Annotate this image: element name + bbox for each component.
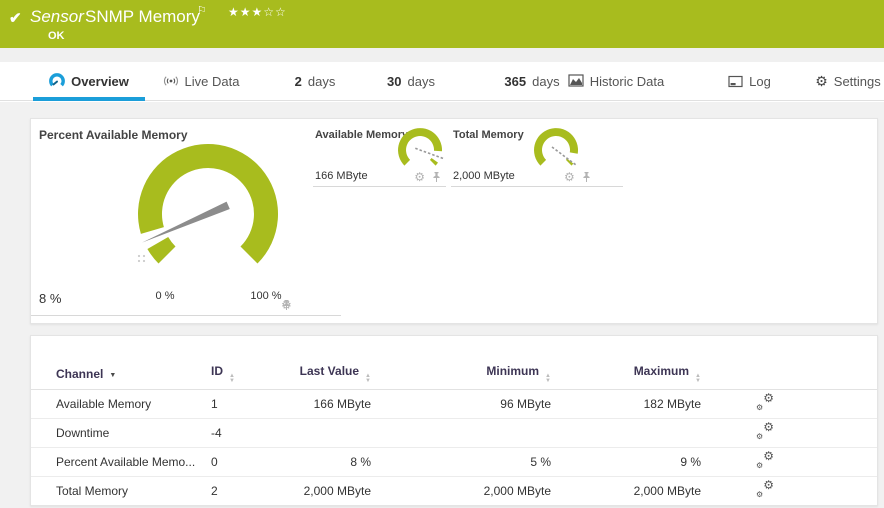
pin-icon[interactable]	[281, 299, 292, 311]
main-gauge-block: Percent Available Memory 0 % 100 % 8 % ⚙	[31, 119, 341, 316]
sort-desc-icon: ▼	[109, 372, 116, 379]
column-label: ID	[211, 364, 223, 378]
mini-gauge-value: 166 MByte	[315, 170, 368, 182]
cell-id: 2	[211, 476, 271, 505]
mini-gauge-title: Total Memory	[453, 129, 524, 141]
tab-bar: Overview Live Data 2 days 30 days 365 da…	[0, 62, 884, 102]
sort-icon: ▲▼	[695, 374, 701, 384]
pin-icon[interactable]	[431, 171, 442, 183]
mini-gauge-total-memory: Total Memory 2,000 MByte ⚙	[451, 125, 623, 187]
cell-maximum: 9 %	[551, 447, 701, 476]
cell-last-value: 2,000 MByte	[271, 476, 371, 505]
mini-gauge-value: 2,000 MByte	[453, 170, 515, 182]
priority-stars[interactable]: ★★★☆☆	[228, 5, 287, 19]
cell-maximum: 182 MByte	[551, 389, 701, 418]
tab-historic-data[interactable]: Historic Data	[556, 62, 676, 100]
page-title: SNMP Memory	[85, 7, 200, 27]
gear-icon: ⚙	[815, 73, 828, 90]
gauges-panel: Percent Available Memory 0 % 100 % 8 % ⚙…	[30, 118, 878, 324]
tab-day-count: 365	[504, 74, 526, 89]
object-kind-label: Sensor	[30, 7, 84, 27]
column-header-id[interactable]: ID ▲▼	[211, 360, 271, 389]
column-label: Maximum	[634, 364, 689, 378]
gauge-icon	[49, 73, 65, 89]
cell-last-value: 8 %	[271, 447, 371, 476]
cell-maximum	[551, 418, 701, 447]
mini-gauge-chart	[528, 125, 584, 177]
tab-30-days[interactable]: 30 days	[378, 62, 444, 100]
tab-2-days[interactable]: 2 days	[285, 62, 345, 100]
edit-channel-gears-icon[interactable]: ⚙⚙	[756, 452, 774, 468]
column-header-last-value[interactable]: Last Value ▲▼	[271, 360, 371, 389]
cell-last-value	[271, 418, 371, 447]
tab-live-data[interactable]: Live Data	[160, 62, 242, 100]
cell-minimum: 2,000 MByte	[371, 476, 551, 505]
cell-channel: Total Memory	[31, 476, 211, 505]
gear-icon[interactable]: ⚙	[414, 171, 425, 183]
edit-channel-gears-icon[interactable]: ⚙⚙	[756, 481, 774, 497]
gear-icon[interactable]: ⚙	[564, 171, 575, 183]
channels-table-panel: Channel ▼ ID ▲▼ Last Value ▲▼ Minimum ▲▼ Max…	[30, 335, 878, 506]
cell-maximum: 2,000 MByte	[551, 476, 701, 505]
gauge-toolbar: ⚙	[281, 299, 292, 311]
tab-label: Overview	[71, 74, 129, 89]
cell-channel: Available Memory	[31, 389, 211, 418]
cell-channel: Downtime	[31, 418, 211, 447]
gauge-toolbar: ⚙	[564, 171, 592, 183]
status-badge: OK	[48, 30, 65, 42]
tab-log[interactable]: Log	[722, 62, 776, 100]
column-label: Minimum	[486, 364, 539, 378]
tab-label: days	[408, 74, 435, 89]
table-row[interactable]: Percent Available Memo... 0 8 % 5 % 9 % …	[31, 447, 877, 476]
tab-label: days	[308, 74, 335, 89]
tab-settings[interactable]: ⚙ Settings	[811, 62, 884, 100]
cell-last-value: 166 MByte	[271, 389, 371, 418]
column-label: Channel	[56, 367, 103, 381]
tab-label: Log	[749, 74, 771, 89]
tab-label: Settings	[834, 74, 881, 89]
column-header-minimum[interactable]: Minimum ▲▼	[371, 360, 551, 389]
gauge-scale-min: 0 %	[148, 290, 182, 302]
table-row[interactable]: Total Memory 2 2,000 MByte 2,000 MByte 2…	[31, 476, 877, 505]
edit-channel-gears-icon[interactable]: ⚙⚙	[756, 394, 774, 410]
priority-flag-icon[interactable]: ⚐	[197, 4, 207, 17]
cell-id: 1	[211, 389, 271, 418]
gauge-marker-dots	[138, 255, 145, 262]
cell-minimum: 96 MByte	[371, 389, 551, 418]
cell-id: -4	[211, 418, 271, 447]
sort-icon: ▲▼	[365, 374, 371, 384]
main-gauge-value: 8 %	[39, 291, 61, 306]
column-header-maximum[interactable]: Maximum ▲▼	[551, 360, 701, 389]
status-check-icon: ✔	[9, 9, 22, 27]
header-gap-strip	[0, 48, 884, 62]
column-header-channel[interactable]: Channel ▼	[31, 360, 211, 389]
mini-gauge-available-memory: Available Memory 166 MByte ⚙	[313, 125, 446, 187]
cell-minimum	[371, 418, 551, 447]
pin-icon[interactable]	[581, 171, 592, 183]
sensor-header: ✔ Sensor SNMP Memory ⚐ ★★★☆☆ OK	[0, 0, 884, 48]
tab-overview[interactable]: Overview	[33, 62, 145, 100]
log-window-icon	[727, 73, 743, 89]
main-gauge-chart	[31, 119, 341, 316]
live-data-icon	[163, 73, 179, 89]
tab-label: Live Data	[185, 74, 240, 89]
column-label: Last Value	[300, 364, 359, 378]
tab-label: Historic Data	[590, 74, 664, 89]
edit-channel-gears-icon[interactable]: ⚙⚙	[756, 423, 774, 439]
gauge-toolbar: ⚙	[414, 171, 442, 183]
sort-icon: ▲▼	[229, 374, 235, 384]
tab-day-count: 30	[387, 74, 401, 89]
table-row[interactable]: Available Memory 1 166 MByte 96 MByte 18…	[31, 389, 877, 418]
historic-chart-icon	[568, 73, 584, 89]
channels-table: Channel ▼ ID ▲▼ Last Value ▲▼ Minimum ▲▼ Max…	[31, 360, 877, 506]
cell-channel: Percent Available Memo...	[31, 447, 211, 476]
cell-id: 0	[211, 447, 271, 476]
cell-minimum: 5 %	[371, 447, 551, 476]
sort-icon: ▲▼	[545, 374, 551, 384]
table-row[interactable]: Downtime -4 ⚙⚙	[31, 418, 877, 447]
table-header-row: Channel ▼ ID ▲▼ Last Value ▲▼ Minimum ▲▼ Max…	[31, 360, 877, 389]
tab-day-count: 2	[295, 74, 302, 89]
